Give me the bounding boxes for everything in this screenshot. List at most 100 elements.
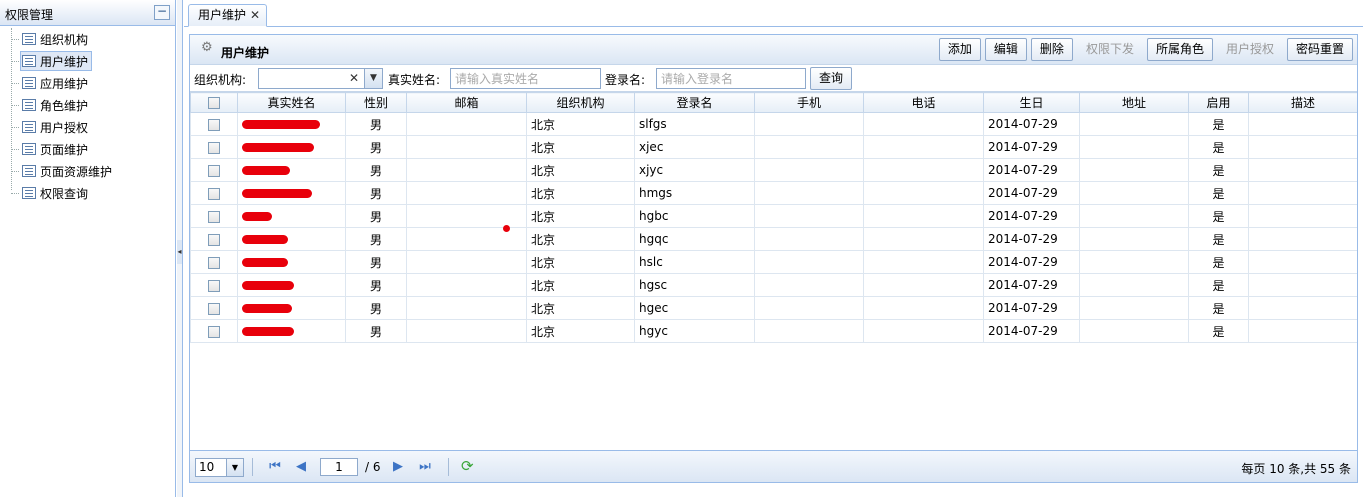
- column-header[interactable]: 登录名: [634, 92, 755, 113]
- select-all-checkbox[interactable]: [208, 97, 220, 109]
- redacted-name: [242, 281, 294, 290]
- chevron-down-icon: ▼: [226, 459, 243, 476]
- row-select-cell[interactable]: [190, 112, 238, 136]
- assigned-roles-button[interactable]: 所属角色: [1146, 38, 1213, 61]
- tree-item-permission-query[interactable]: 权限查询: [0, 182, 176, 204]
- first-page-icon[interactable]: ⏮: [266, 458, 284, 476]
- tree-item-user-authorization[interactable]: 用户授权: [0, 116, 176, 138]
- chevron-down-icon[interactable]: ▼: [364, 69, 382, 88]
- row-checkbox[interactable]: [208, 233, 220, 246]
- row-checkbox[interactable]: [208, 141, 220, 154]
- table-row[interactable]: 男 北京 hgsc 2014-07-29 是: [190, 273, 1357, 297]
- real-name-input[interactable]: [450, 68, 601, 89]
- table-row[interactable]: 男 北京 hgbc 2014-07-29 是: [190, 204, 1357, 228]
- column-header[interactable]: 生日: [983, 92, 1080, 113]
- left-panel-header: 权限管理 −: [0, 0, 175, 26]
- org-combobox[interactable]: ✕ ▼: [258, 68, 383, 89]
- cell-gender: 男: [345, 112, 407, 136]
- redacted-name: [242, 235, 288, 244]
- collapse-panel-button[interactable]: −: [154, 5, 170, 20]
- row-checkbox[interactable]: [208, 210, 220, 223]
- column-header[interactable]: 手机: [754, 92, 864, 113]
- row-select-cell[interactable]: [190, 273, 238, 297]
- refresh-icon[interactable]: ⟳: [461, 457, 474, 475]
- column-header[interactable]: 电话: [863, 92, 984, 113]
- add-button[interactable]: 添加: [938, 38, 981, 61]
- row-select-cell[interactable]: [190, 296, 238, 320]
- table-row[interactable]: 男 北京 xjec 2014-07-29 是: [190, 135, 1357, 159]
- previous-page-icon[interactable]: ◀: [292, 458, 310, 476]
- tab-user-maintenance[interactable]: 用户维护 ✕: [188, 4, 268, 27]
- column-header[interactable]: 真实姓名: [237, 92, 346, 113]
- column-header[interactable]: 邮箱: [406, 92, 527, 113]
- table-row[interactable]: 男 北京 hslc 2014-07-29 是: [190, 250, 1357, 274]
- row-checkbox[interactable]: [208, 279, 220, 292]
- row-select-cell[interactable]: [190, 319, 238, 343]
- login-name-input[interactable]: [656, 68, 806, 89]
- query-button[interactable]: 查询: [810, 67, 853, 90]
- row-select-cell[interactable]: [190, 181, 238, 205]
- delete-button[interactable]: 删除: [1030, 38, 1073, 61]
- row-checkbox[interactable]: [208, 325, 220, 338]
- collapse-left-arrow-icon[interactable]: ◂: [177, 240, 182, 264]
- panel-splitter[interactable]: ◂: [177, 0, 183, 497]
- page-size-select[interactable]: 10 ▼: [195, 458, 244, 477]
- edit-button[interactable]: 编辑: [984, 38, 1027, 61]
- tree-item-role-maintenance[interactable]: 角色维护: [0, 94, 176, 116]
- table-row[interactable]: 男 北京 hgec 2014-07-29 是: [190, 296, 1357, 320]
- cell-gender: 男: [345, 135, 407, 159]
- cell-enabled: 是: [1188, 204, 1249, 228]
- cell-login: hslc: [634, 250, 755, 274]
- row-checkbox[interactable]: [208, 118, 220, 131]
- last-page-icon[interactable]: ⏭: [416, 458, 434, 476]
- next-page-icon[interactable]: ▶: [389, 458, 407, 476]
- select-all-cell[interactable]: [190, 92, 238, 113]
- cell-org: 北京: [526, 296, 635, 320]
- close-icon[interactable]: ✕: [250, 8, 260, 22]
- cell-login: hmgs: [634, 181, 755, 205]
- column-header[interactable]: 启用: [1188, 92, 1249, 113]
- reset-password-button[interactable]: 密码重置: [1286, 38, 1353, 61]
- redacted-name: [242, 304, 292, 313]
- table-row[interactable]: 男 北京 hgqc 2014-07-29 是: [190, 227, 1357, 251]
- table-row[interactable]: 男 北京 hmgs 2014-07-29 是: [190, 181, 1357, 205]
- tree-item-page-maintenance[interactable]: 页面维护: [0, 138, 176, 160]
- row-select-cell[interactable]: [190, 135, 238, 159]
- table-row[interactable]: 男 北京 xjyc 2014-07-29 是: [190, 158, 1357, 182]
- cell-birthday: 2014-07-29: [983, 273, 1080, 297]
- permission-dispatch-button[interactable]: 权限下发: [1077, 38, 1143, 61]
- current-page-input[interactable]: 1: [320, 458, 358, 476]
- left-tree-panel: 权限管理 − 组织机构 用户维护 应用维护 角色维护 用户授权 页面维护 页面资…: [0, 0, 176, 497]
- tree-item-page-resource[interactable]: 页面资源维护: [0, 160, 176, 182]
- tree-item-user-maintenance[interactable]: 用户维护: [0, 50, 176, 72]
- user-grid: 真实姓名 性别 邮箱 组织机构 登录名 手机 电话 生日 地址 启用 描述 男北…: [190, 91, 1357, 450]
- row-select-cell[interactable]: [190, 204, 238, 228]
- tree-item-app-maintenance[interactable]: 应用维护: [0, 72, 176, 94]
- column-header[interactable]: 组织机构: [526, 92, 635, 113]
- table-row[interactable]: 男 北京 slfgs 2014-07-29 是: [190, 112, 1357, 136]
- cell-email: [406, 204, 527, 228]
- cell-email: [406, 158, 527, 182]
- table-row[interactable]: 男 北京 hgyc 2014-07-29 是: [190, 319, 1357, 343]
- row-checkbox[interactable]: [208, 256, 220, 269]
- cell-enabled: 是: [1188, 296, 1249, 320]
- column-header[interactable]: 地址: [1079, 92, 1189, 113]
- cell-phone: [863, 273, 984, 297]
- cell-birthday: 2014-07-29: [983, 204, 1080, 228]
- row-select-cell[interactable]: [190, 250, 238, 274]
- user-authorization-button[interactable]: 用户授权: [1217, 38, 1283, 61]
- tab-strip: 用户维护 ✕: [184, 0, 1363, 27]
- row-select-cell[interactable]: [190, 227, 238, 251]
- column-header[interactable]: 性别: [345, 92, 407, 113]
- redacted-name: [242, 212, 272, 221]
- column-header[interactable]: 描述: [1248, 92, 1357, 113]
- row-select-cell[interactable]: [190, 158, 238, 182]
- cell-org: 北京: [526, 158, 635, 182]
- cell-name: [237, 112, 346, 136]
- row-checkbox[interactable]: [208, 302, 220, 315]
- row-checkbox[interactable]: [208, 187, 220, 200]
- row-checkbox[interactable]: [208, 164, 220, 177]
- tree-item-label: 应用维护: [40, 76, 89, 91]
- tree-item-org[interactable]: 组织机构: [0, 28, 176, 50]
- clear-icon[interactable]: ✕: [349, 71, 359, 85]
